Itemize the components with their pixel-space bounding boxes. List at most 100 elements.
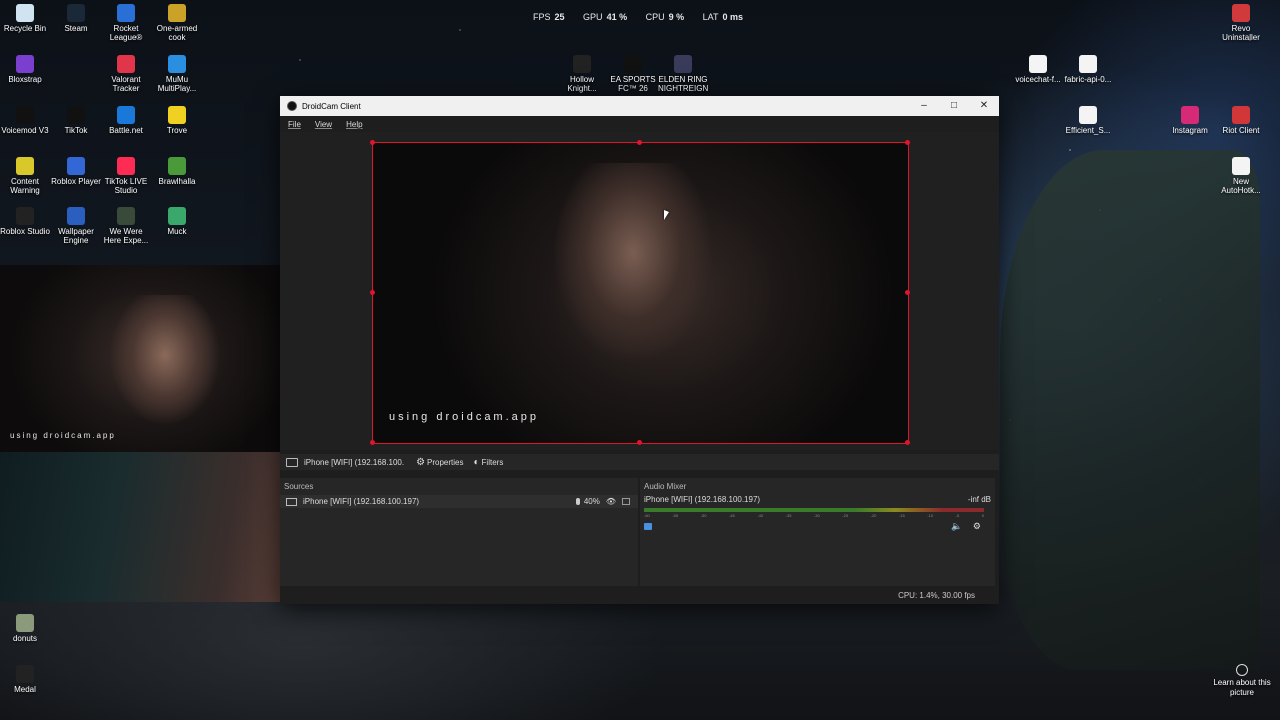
desktop-icon-label: Wallpaper Engine [58,227,94,245]
status-text: CPU: 1.4%, 30.00 fps [898,591,975,600]
desktop-icon[interactable]: Efficient_S... [1063,106,1113,135]
mixer-settings-gear-icon[interactable]: ⚙ [973,521,981,531]
desktop-icon[interactable]: Content Warning [0,157,50,195]
sources-title: Sources [284,482,314,491]
window-title: DroidCam Client [302,101,361,111]
desktop-icon[interactable]: Hollow Knight... [557,55,607,93]
desktop-icon-label: One-armed cook [156,24,198,42]
desktop-icon[interactable]: Medal [0,665,50,694]
desktop-icon[interactable]: TikTok [51,106,101,135]
desktop-icon[interactable]: ELDEN RING NIGHTREIGN [658,55,708,93]
app-icon [16,55,34,73]
app-icon [168,157,186,175]
source-item[interactable]: iPhone [WIFI] (192.168.100.197) 40% 👁 [280,495,638,508]
menu-help[interactable]: Help [346,120,362,129]
desktop-icon[interactable]: Battle.net [101,106,151,135]
desktop-icon-label: Instagram [1172,126,1208,135]
properties-button[interactable]: ⚙ Properties [416,457,463,468]
meter-tick-label: -50 [700,513,707,518]
meter-tick-label: -30 [813,513,820,518]
desktop-icon[interactable]: Revo Uninstaller [1216,4,1266,42]
desktop-icon[interactable]: Roblox Studio [0,207,50,236]
app-icon [1079,106,1097,124]
desktop-icon[interactable]: Trove [152,106,202,135]
desktop-icon-label: Battle.net [109,126,143,135]
resize-handle-mr[interactable] [905,290,910,295]
cpu-label: CPU [645,12,665,22]
app-icon [117,157,135,175]
desktop-icon[interactable]: Recycle Bin [0,4,50,33]
source-toolbar: iPhone [WIFI] (192.168.100. ⚙ Properties … [280,454,999,470]
desktop-icon[interactable]: Brawlhalla [152,157,202,186]
resize-handle-ml[interactable] [370,290,375,295]
menu-view[interactable]: View [315,120,332,129]
desktop-icon[interactable]: voicechat-f... [1013,55,1063,84]
desktop-icon[interactable]: Wallpaper Engine [51,207,101,245]
resize-handle-bc[interactable] [637,440,642,445]
desktop-icon[interactable]: TikTok LIVE Studio [101,157,151,195]
meter-tick-label: -35 [785,513,792,518]
desktop-icon[interactable]: EA SPORTS FC™ 26 [608,55,658,93]
maximize-button[interactable]: □ [939,96,969,116]
desktop-icon-label: Brawlhalla [158,177,196,186]
desktop-icon-label: We Were Here Expe... [103,227,149,245]
desktop-icon-label: Recycle Bin [3,24,47,33]
desktop-icon[interactable]: Instagram [1165,106,1215,135]
desktop-icon-label: TikTok LIVE Studio [104,177,148,195]
app-icon [67,106,85,124]
app-icon [16,157,34,175]
visibility-eye-icon[interactable]: 👁 [606,497,616,506]
meter-tick-label: -25 [842,513,849,518]
cpu-value: 9 % [668,12,685,22]
wallpaper-figure [1000,150,1260,670]
latency-value: 0 ms [722,12,743,22]
minimize-button[interactable]: – [909,96,939,116]
resize-handle-bl[interactable] [370,440,375,445]
resize-handle-tc[interactable] [637,140,642,145]
desktop-icon[interactable]: We Were Here Expe... [101,207,151,245]
desktop-icon-label: Revo Uninstaller [1222,24,1260,42]
menu-file[interactable]: File [288,120,301,129]
desktop-icon[interactable]: Steam [51,4,101,33]
resize-handle-tl[interactable] [370,140,375,145]
learn-about-picture[interactable]: Learn about this picture [1212,664,1272,698]
desktop-icon[interactable]: Bloxstrap [0,55,50,84]
app-icon [67,157,85,175]
desktop-icon[interactable]: MuMu MultiPlay... [152,55,202,93]
title-bar[interactable]: DroidCam Client – □ ✕ [280,96,999,116]
desktop-icon[interactable]: New AutoHotk... [1216,157,1266,195]
desktop-icon-label: Riot Client [1222,126,1260,135]
desktop-icon-label: Rocket League® [109,24,143,42]
desktop-icon[interactable]: fabric-api-0... [1063,55,1113,84]
droidcam-window: DroidCam Client – □ ✕ File View Help usi… [280,96,999,604]
filters-button[interactable]: ◐ Filters [474,457,504,468]
desktop-icon-label: voicechat-f... [1015,75,1061,84]
speaker-icon[interactable]: 🔈 [951,521,962,531]
webcam-watermark: using droidcam.app [10,431,116,440]
desktop-icon[interactable]: Roblox Player [51,157,101,186]
app-icon [117,4,135,22]
desktop-icon[interactable]: Rocket League® [101,4,151,42]
desktop-icon[interactable]: One-armed cook [152,4,202,42]
desktop-icon[interactable]: Voicemod V3 [0,106,50,135]
lock-icon[interactable] [622,498,630,505]
source-item-name: iPhone [WIFI] (192.168.100.197) [303,497,420,506]
desktop-icon-label: Valorant Tracker [111,75,141,93]
close-button[interactable]: ✕ [969,96,999,116]
menu-bar: File View Help [280,116,999,132]
video-preview[interactable]: using droidcam.app [372,142,909,444]
desktop-icon-label: New AutoHotk... [1221,177,1261,195]
desktop-icon[interactable]: Valorant Tracker [101,55,151,93]
resize-handle-br[interactable] [905,440,910,445]
desktop-icon[interactable]: Riot Client [1216,106,1266,135]
camera-icon [286,497,297,506]
volume-fader[interactable] [644,523,652,530]
desktop-icon[interactable]: donuts [0,614,50,643]
status-bar: CPU: 1.4%, 30.00 fps [280,588,999,604]
desktop-icon[interactable]: Muck [152,207,202,236]
microphone-icon [575,498,580,505]
resize-handle-tr[interactable] [905,140,910,145]
camera-icon [1236,664,1248,676]
app-icon [168,106,186,124]
wallpaper-art [0,452,280,602]
